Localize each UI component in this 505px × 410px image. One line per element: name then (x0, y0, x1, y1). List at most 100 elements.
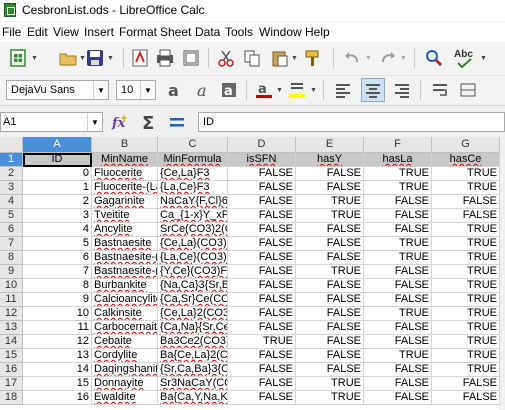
table-cell[interactable]: FALSE (296, 335, 364, 349)
table-cell[interactable]: TRUE (432, 335, 500, 349)
column-header-c[interactable]: C (158, 137, 228, 153)
row-header[interactable]: 16 (0, 363, 23, 377)
table-cell[interactable]: TRUE (364, 167, 432, 181)
chevron-down-icon[interactable]: ▼ (480, 55, 487, 62)
table-cell[interactable]: 0 (23, 167, 92, 181)
save-button[interactable] (85, 48, 105, 68)
table-cell[interactable]: TRUE (364, 307, 432, 321)
table-cell[interactable]: FALSE (228, 223, 296, 237)
table-cell[interactable]: TRUE (432, 279, 500, 293)
table-cell[interactable]: FALSE (364, 223, 432, 237)
table-cell[interactable]: 3 (23, 209, 92, 223)
table-cell[interactable]: FALSE (364, 209, 432, 223)
menu-format[interactable]: Format (119, 25, 157, 39)
table-cell[interactable]: FALSE (296, 363, 364, 377)
italic-button[interactable]: a (192, 80, 212, 100)
underline-button[interactable]: a (219, 80, 239, 100)
chevron-down-icon[interactable]: ▼ (400, 55, 407, 62)
table-cell[interactable]: 7 (23, 265, 92, 279)
column-header-g[interactable]: G (432, 137, 500, 153)
table-cell[interactable]: TRUE (296, 265, 364, 279)
table-cell[interactable]: Carbocernaite (92, 321, 158, 335)
table-cell[interactable]: 1 (23, 181, 92, 195)
align-center-button[interactable] (361, 78, 385, 102)
table-cell[interactable]: TRUE (432, 349, 500, 363)
row-header[interactable]: 10 (0, 279, 23, 293)
table-cell[interactable]: Bastnaesite-(Y) (92, 265, 158, 279)
header-cell[interactable]: MinFormula (158, 153, 228, 167)
table-cell[interactable]: Gagarinite (92, 195, 158, 209)
table-cell[interactable]: TRUE (432, 265, 500, 279)
table-cell[interactable]: FALSE (228, 377, 296, 391)
table-cell[interactable]: FALSE (364, 377, 432, 391)
spelling-button[interactable]: Abc (452, 46, 476, 70)
header-cell[interactable]: hasCe (432, 153, 500, 167)
column-header-e[interactable]: E (296, 137, 364, 153)
chevron-down-icon[interactable]: ▼ (310, 87, 317, 94)
table-cell[interactable]: FALSE (228, 321, 296, 335)
table-cell[interactable]: Ca_{1-x}Y_xF (158, 209, 228, 223)
table-cell[interactable]: FALSE (296, 181, 364, 195)
table-cell[interactable]: 16 (23, 391, 92, 405)
table-cell[interactable]: 12 (23, 335, 92, 349)
table-cell[interactable]: FALSE (364, 265, 432, 279)
table-cell[interactable]: {Ce,La}2(CO3)3 (158, 307, 228, 321)
table-cell[interactable]: 9 (23, 293, 92, 307)
table-cell[interactable]: Ba3Ce2(CO3)5F2 (158, 335, 228, 349)
table-cell[interactable]: FALSE (364, 335, 432, 349)
table-cell[interactable]: FALSE (228, 167, 296, 181)
table-cell[interactable]: FALSE (364, 391, 432, 405)
chevron-down-icon[interactable]: ▼ (276, 87, 283, 94)
column-header-d[interactable]: D (228, 137, 296, 153)
chevron-down-icon[interactable]: ▼ (365, 55, 372, 62)
row-header[interactable]: 8 (0, 251, 23, 265)
table-cell[interactable]: FALSE (228, 349, 296, 363)
column-header-a[interactable]: A (23, 137, 92, 153)
table-cell[interactable]: {Sr,Ca,Ba}3{Ce} (158, 363, 228, 377)
formula-input[interactable]: ID (198, 112, 505, 132)
table-cell[interactable]: FALSE (296, 321, 364, 335)
row-header[interactable]: 15 (0, 349, 23, 363)
table-cell[interactable]: 10 (23, 307, 92, 321)
table-cell[interactable]: Cordylite (92, 349, 158, 363)
table-cell[interactable]: FALSE (228, 307, 296, 321)
table-cell[interactable]: 5 (23, 237, 92, 251)
table-cell[interactable]: FALSE (296, 279, 364, 293)
open-button[interactable] (58, 48, 78, 68)
chevron-down-icon[interactable]: ▼ (93, 81, 108, 99)
chevron-down-icon[interactable]: ▼ (87, 113, 102, 131)
table-cell[interactable]: FALSE (432, 391, 500, 405)
row-header[interactable]: 9 (0, 265, 23, 279)
formula-button[interactable] (167, 112, 187, 132)
menu-data[interactable]: Data (195, 25, 220, 39)
chevron-down-icon[interactable]: ▼ (107, 55, 114, 62)
cut-button[interactable] (216, 48, 236, 68)
table-cell[interactable]: Daqingshanite (92, 363, 158, 377)
row-header[interactable]: 4 (0, 195, 23, 209)
header-cell[interactable]: MinName (92, 153, 158, 167)
table-cell[interactable]: FALSE (228, 181, 296, 195)
table-cell[interactable]: Ancylite (92, 223, 158, 237)
row-header[interactable]: 5 (0, 209, 23, 223)
header-cell[interactable]: hasLa (364, 153, 432, 167)
select-all-corner[interactable] (0, 137, 23, 153)
function-wizard-button[interactable]: fx (110, 112, 130, 132)
table-cell[interactable]: 13 (23, 349, 92, 363)
table-cell[interactable]: TRUE (432, 237, 500, 251)
table-cell[interactable]: FALSE (228, 195, 296, 209)
table-cell[interactable]: {La,Ce}(CO3)F (158, 251, 228, 265)
table-cell[interactable]: TRUE (296, 377, 364, 391)
highlight-color-button[interactable] (287, 80, 307, 100)
chevron-down-icon[interactable]: ▼ (31, 55, 38, 62)
row-header[interactable]: 18 (0, 391, 23, 405)
merge-cells-button[interactable] (458, 80, 478, 100)
font-name-box[interactable]: DejaVu Sans ▼ (6, 80, 109, 100)
table-cell[interactable]: FALSE (364, 279, 432, 293)
table-cell[interactable]: FALSE (228, 251, 296, 265)
table-cell[interactable]: TRUE (432, 167, 500, 181)
menu-view[interactable]: View (53, 25, 79, 39)
table-cell[interactable]: Calkinsite (92, 307, 158, 321)
table-cell[interactable]: {Ce,La}(CO3)F (158, 237, 228, 251)
table-cell[interactable]: {Ca,Sr}Ce(CO3) (158, 293, 228, 307)
table-cell[interactable]: FALSE (364, 293, 432, 307)
